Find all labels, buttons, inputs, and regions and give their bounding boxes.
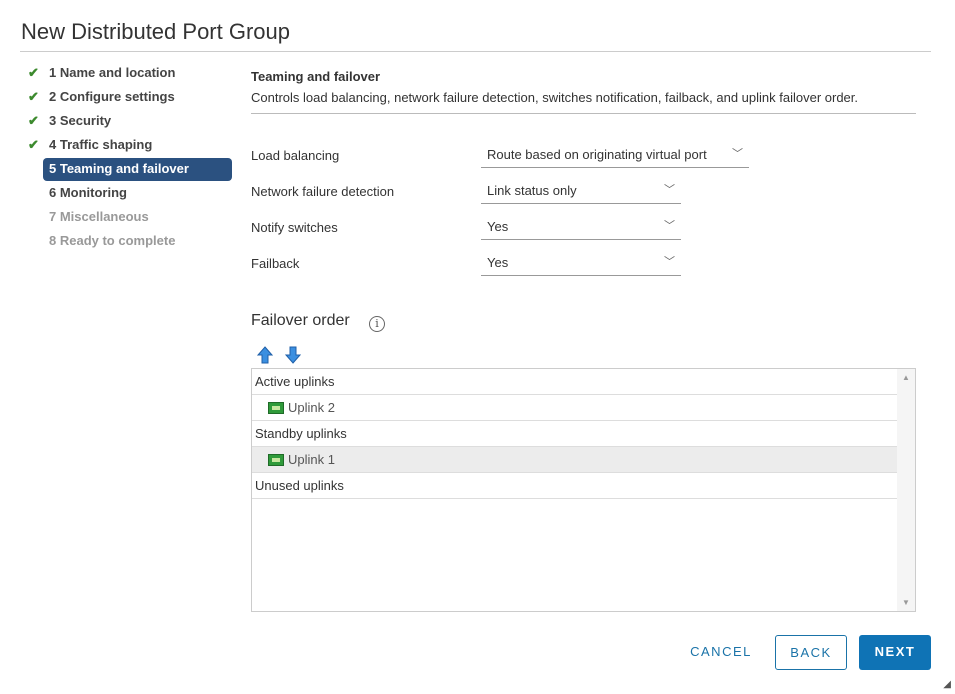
section-description: Controls load balancing, network failure… [251,90,859,105]
chevron-down-icon: ﹀ [664,256,675,268]
network-adapter-icon [268,454,284,466]
resize-grip-icon[interactable]: ◢ [943,679,951,690]
check-icon: ✔ [28,113,39,128]
group-active-uplinks: Active uplinks [252,369,897,395]
chevron-down-icon: ﹀ [664,220,675,232]
scroll-down-icon[interactable]: ▼ [902,598,910,607]
scroll-up-icon[interactable]: ▲ [902,373,910,382]
failback-select[interactable]: Yes ﹀ [481,252,681,276]
failback-label: Failback [251,256,300,271]
chevron-down-icon: ﹀ [664,184,675,196]
scrollbar[interactable]: ▲ ▼ [897,369,915,611]
move-up-icon[interactable] [257,346,273,364]
chevron-down-icon: ﹀ [732,148,743,160]
check-icon: ✔ [28,137,39,152]
next-button[interactable]: NEXT [859,635,931,670]
load-balancing-select[interactable]: Route based on originating virtual port ﹀ [481,144,749,168]
network-failure-detection-select[interactable]: Link status only ﹀ [481,180,681,204]
check-icon: ✔ [28,89,39,104]
back-button[interactable]: BACK [775,635,847,670]
move-down-icon[interactable] [285,346,301,364]
cancel-button[interactable]: CANCEL [680,635,762,670]
failover-order-list: Active uplinks Uplink 2 Standby uplinks … [251,368,916,612]
load-balancing-label: Load balancing [251,148,340,163]
network-failure-detection-label: Network failure detection [251,184,395,199]
list-item-uplink-1[interactable]: Uplink 1 [252,447,897,473]
check-icon: ✔ [28,65,39,80]
group-unused-uplinks: Unused uplinks [252,473,897,499]
nav-step-5[interactable]: 5 Teaming and failover [43,158,232,181]
list-item-uplink-2[interactable]: Uplink 2 [252,395,897,421]
group-standby-uplinks: Standby uplinks [252,421,897,447]
section-heading: Teaming and failover [251,69,381,84]
failover-order-title: Failover order [251,312,350,329]
divider [251,113,916,114]
network-adapter-icon [268,402,284,414]
divider [20,51,931,52]
info-icon[interactable]: i [369,316,385,332]
notify-switches-select[interactable]: Yes ﹀ [481,216,681,240]
dialog-title: New Distributed Port Group [21,19,290,44]
notify-switches-label: Notify switches [251,220,338,235]
